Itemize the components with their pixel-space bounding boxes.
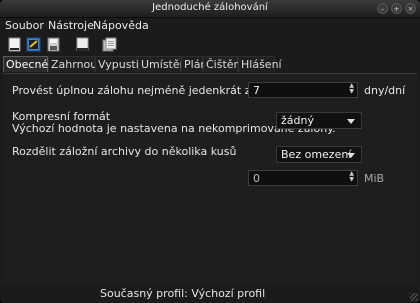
current-profile-status: Současný profil: Výchozí profil [100,287,266,300]
chevron-down-icon [347,153,355,158]
split-size-spinner[interactable]: 0 ▲ ▼ [248,170,358,186]
tab-plan[interactable]: Plán [181,56,207,72]
new-profile-icon[interactable] [7,37,23,52]
settings-icon[interactable] [26,37,42,52]
menu-napoveda[interactable]: Nápověda [93,19,149,32]
restore-icon[interactable] [102,37,118,52]
split-label: Rozdělit záložní archivy do několika kus… [12,145,237,158]
tab-bar: Obecné Zahrnout Vypustit Umístění Plán Č… [3,56,417,74]
full-backup-days-value: 7 [253,84,260,97]
save-icon[interactable] [46,37,62,52]
split-size-unit: MiB [364,172,385,185]
toolbar [0,35,420,54]
backup-now-icon[interactable] [75,37,91,52]
tab-umisteni[interactable]: Umístění [138,56,190,72]
maximize-button[interactable]: + [391,3,402,14]
tab-cisteni[interactable]: Čištění [203,56,244,72]
close-button[interactable]: × [405,3,416,14]
menu-soubor[interactable]: Soubor [5,19,44,32]
full-backup-label: Provést úplnou zálohu nejméně jedenkrát … [12,84,258,97]
menu-bar: Soubor Nástroje Nápověda [0,18,420,34]
chevron-down-icon [347,119,355,124]
title-bar[interactable]: Jednoduché zálohování – + × [0,0,420,18]
resize-grip-icon[interactable] [410,293,418,301]
split-selected: Bez omezení [281,148,352,161]
main-window: Jednoduché zálohování – + × Soubor Nástr… [0,0,420,303]
menu-nastroje[interactable]: Nástroje [48,19,94,32]
general-panel: Provést úplnou zálohu nejméně jedenkrát … [3,74,417,284]
window-title: Jednoduché zálohování [152,2,268,13]
full-backup-days-spinner[interactable]: 7 ▲ ▼ [248,82,358,98]
spinner-arrows-icon[interactable]: ▲ ▼ [349,83,354,95]
status-bar: Současný profil: Výchozí profil [0,286,420,303]
compression-selected: žádný [281,114,314,127]
spinner-arrows-icon[interactable]: ▲ ▼ [349,171,354,183]
split-size-value: 0 [253,172,260,185]
compression-select[interactable]: žádný [276,112,362,129]
split-select[interactable]: Bez omezení [276,146,362,163]
tab-vypustit[interactable]: Vypustit [95,56,143,72]
tab-zahrnout[interactable]: Zahrnout [48,56,102,72]
tab-obecne[interactable]: Obecné [3,56,48,72]
tab-hlaseni[interactable]: Hlášení [238,56,282,72]
full-backup-unit: dny/dní [364,84,406,97]
minimize-button[interactable]: – [377,3,388,14]
